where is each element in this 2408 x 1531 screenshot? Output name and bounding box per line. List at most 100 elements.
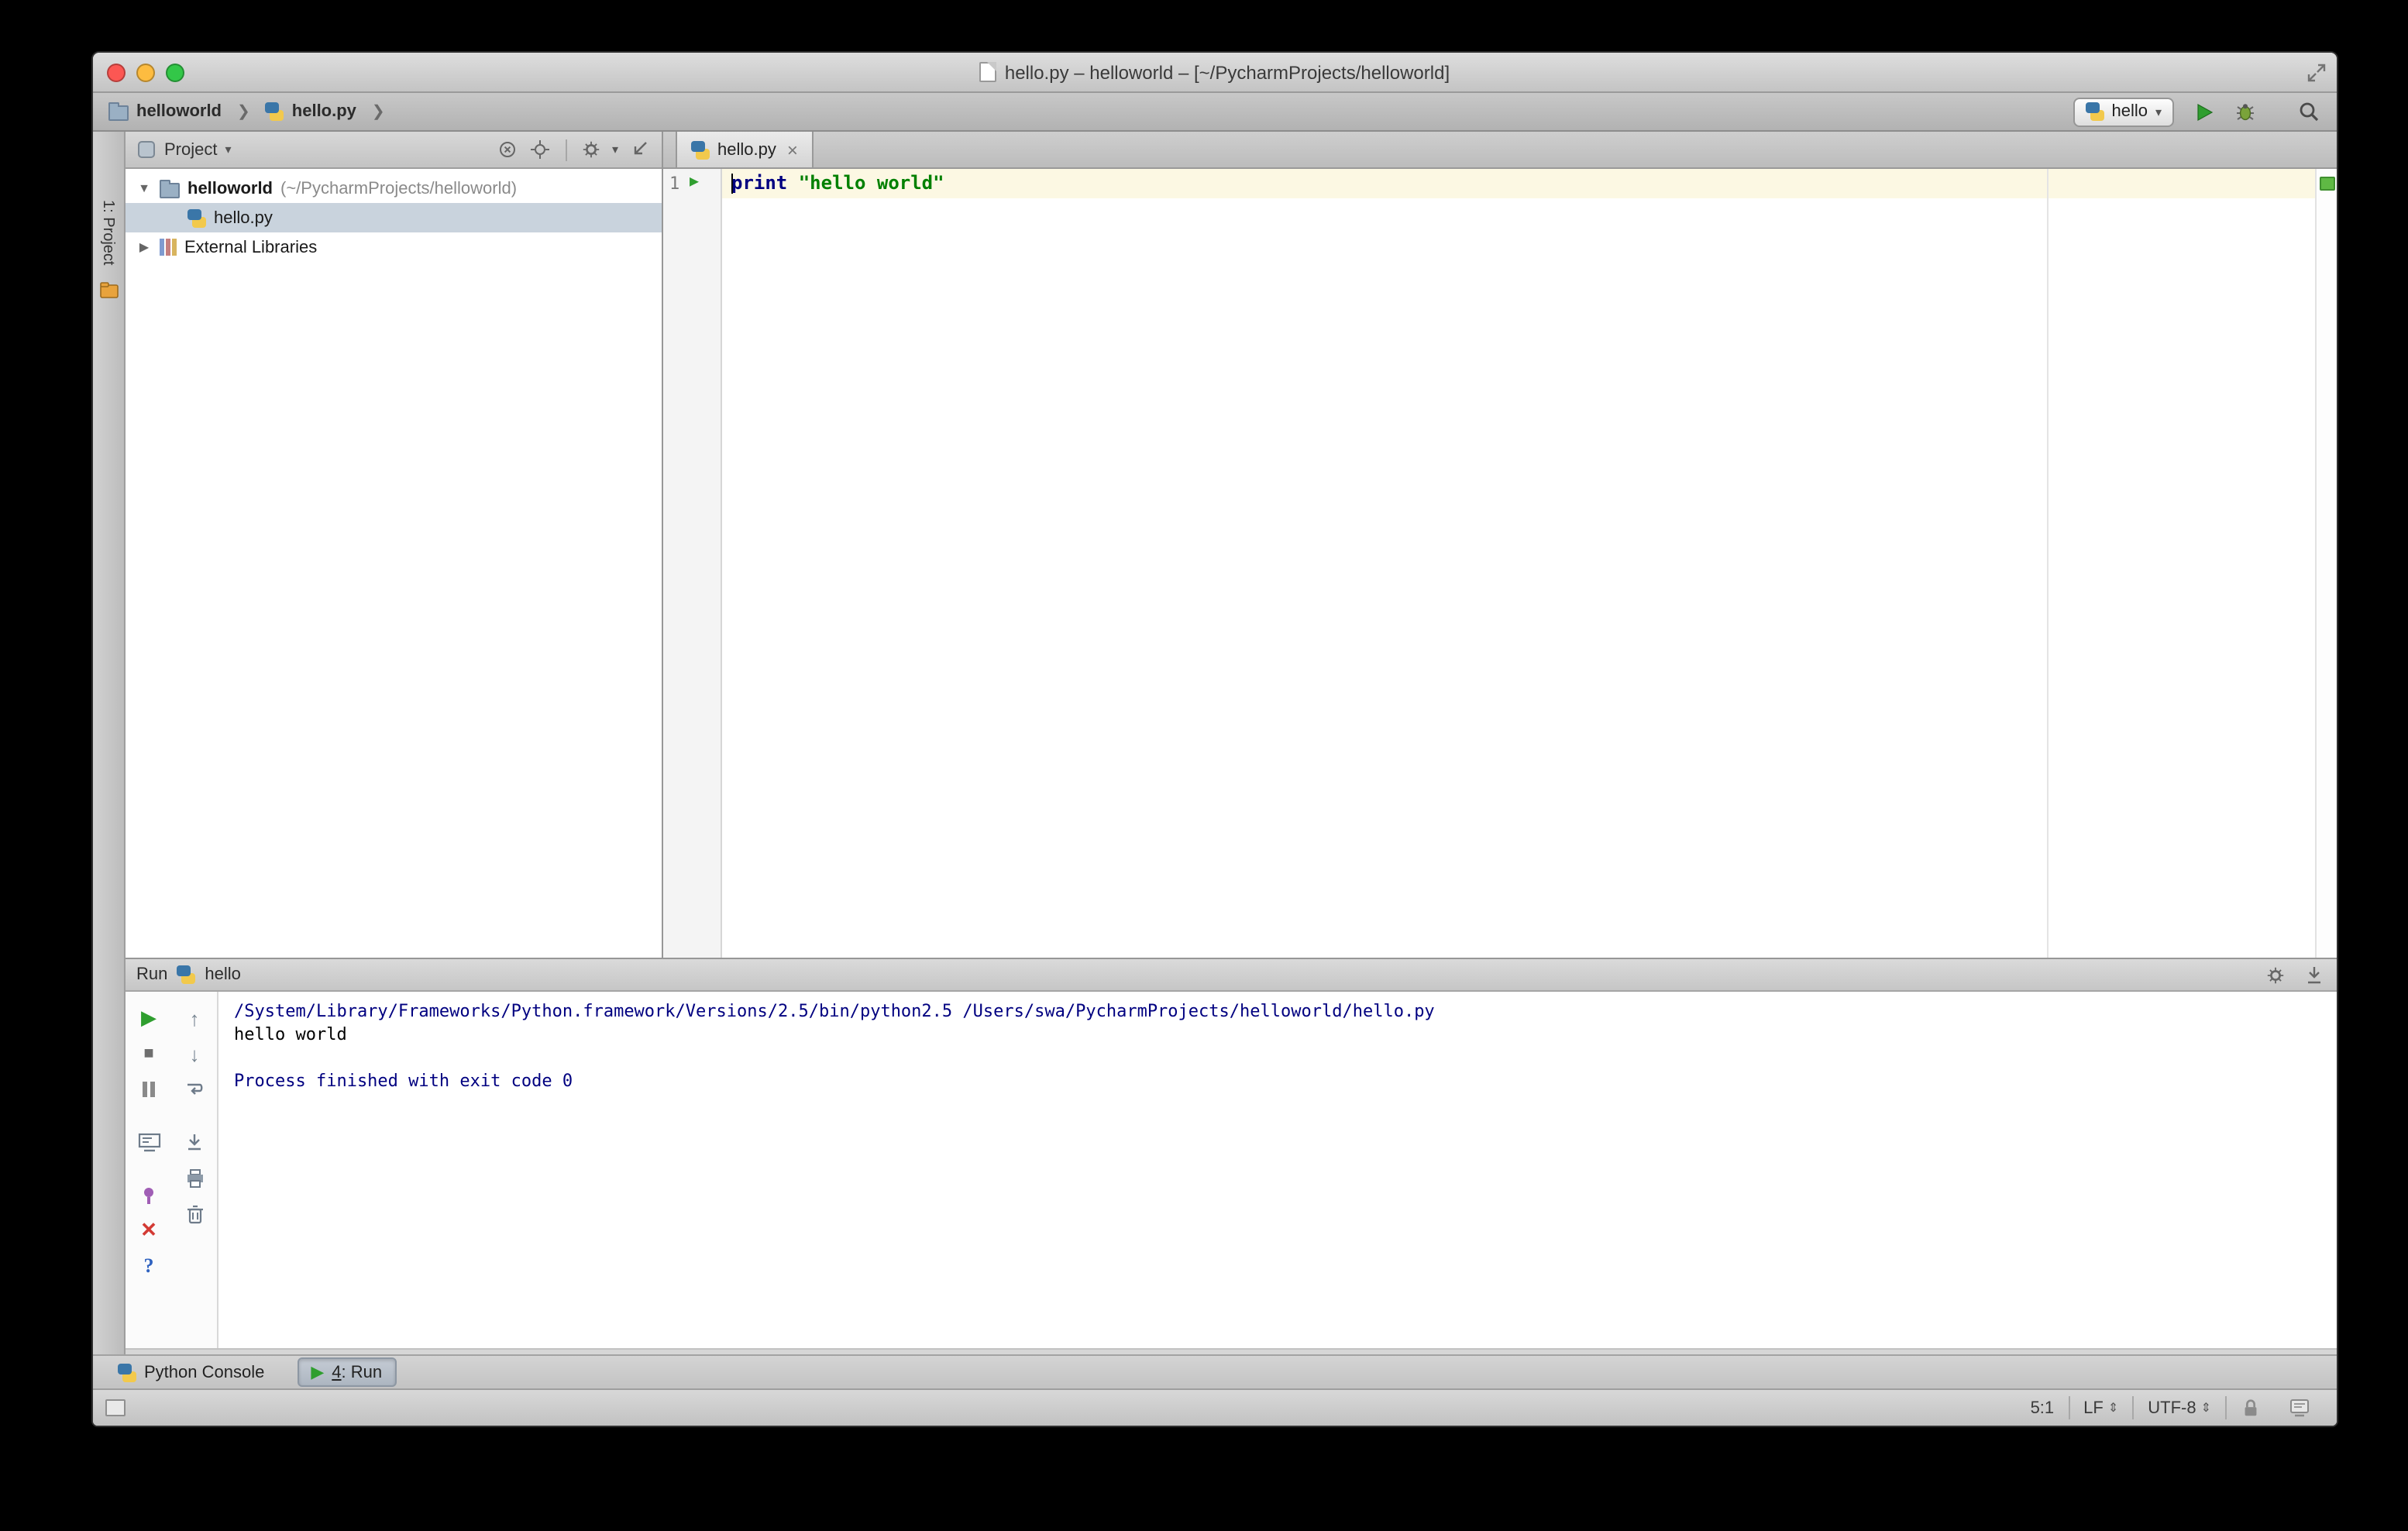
soft-wrap-icon[interactable]: [181, 1075, 208, 1103]
editor-tab-bar: hello.py ×: [663, 132, 2337, 169]
run-panel-title: Run: [136, 965, 168, 984]
clear-all-icon[interactable]: [181, 1199, 208, 1227]
project-root-label: helloworld: [187, 179, 273, 198]
gear-icon[interactable]: [2262, 962, 2287, 987]
fullscreen-icon[interactable]: [2307, 64, 2326, 82]
inspection-ok-indicator[interactable]: [2320, 177, 2335, 191]
run-line-marker-icon[interactable]: ▶: [690, 174, 699, 191]
python-console-tool-button[interactable]: Python Console: [104, 1358, 278, 1386]
tree-row-hello-py[interactable]: hello.py: [126, 203, 662, 232]
tab-hello-py[interactable]: hello.py ×: [676, 132, 814, 167]
document-icon: [979, 62, 997, 82]
chevron-right-icon: ❯: [371, 103, 385, 120]
window-controls: [107, 53, 184, 91]
debug-bug-icon[interactable]: [2233, 99, 2258, 124]
code-line: print "hello world": [731, 172, 944, 194]
right-margin-line: [2047, 169, 2049, 958]
console-line-exit: Process finished with exit code 0: [234, 1071, 573, 1091]
hide-panel-icon[interactable]: [2301, 962, 2326, 987]
gear-icon[interactable]: [580, 137, 604, 162]
project-stripe-icon[interactable]: [99, 280, 119, 299]
up-stack-trace-icon[interactable]: ↑: [181, 1004, 208, 1032]
status-bar: 5:1 LF ⇕ UTF-8 ⇕: [93, 1388, 2337, 1426]
minimize-window-button[interactable]: [136, 63, 155, 81]
down-stack-trace-icon[interactable]: ↓: [181, 1040, 208, 1068]
scroll-to-end-icon[interactable]: [181, 1128, 208, 1156]
folder-icon: [160, 179, 180, 198]
run-icon: ▶: [311, 1364, 325, 1382]
run-panel: Run hello ▶ ■ ✕ ? ↑ ↓ /System/Library/Fr…: [126, 958, 2337, 1357]
restore-layout-icon[interactable]: [135, 1128, 163, 1156]
python-icon: [2085, 102, 2104, 121]
project-view-icon: [138, 141, 155, 158]
project-panel-title[interactable]: Project: [164, 140, 218, 159]
breadcrumb-hello-py[interactable]: hello.py: [292, 102, 356, 121]
tab-label: hello.py: [717, 140, 776, 159]
locate-icon[interactable]: [496, 137, 521, 162]
run-panel-body: ▶ ■ ✕ ? ↑ ↓ /System/Library/Frameworks/P…: [126, 992, 2337, 1348]
run-tool-button[interactable]: ▶ 4: Run: [297, 1357, 397, 1387]
pin-icon[interactable]: [135, 1181, 163, 1209]
encoding-select[interactable]: UTF-8 ⇕: [2134, 1399, 2225, 1417]
window-title: hello.py – helloworld – [~/PycharmProjec…: [979, 61, 1450, 83]
chevron-down-icon[interactable]: ▾: [225, 143, 232, 157]
search-icon[interactable]: [2296, 99, 2321, 124]
stop-icon[interactable]: ■: [135, 1040, 163, 1068]
upper-split: Project ▾ ▾ ▼ helloworld (~/PycharmProje…: [126, 132, 2337, 958]
run-panel-header[interactable]: Run hello: [126, 959, 2337, 992]
python-icon: [177, 965, 196, 984]
chevron-down-icon[interactable]: ▾: [612, 143, 618, 157]
python-file-icon: [691, 140, 710, 159]
editor-gutter[interactable]: 1 ▶: [663, 169, 722, 958]
current-line-highlight: [722, 169, 2315, 198]
project-tool-button[interactable]: 1: Project: [99, 200, 116, 266]
tree-row-external-libraries[interactable]: ▶ External Libraries: [126, 232, 662, 262]
close-window-button[interactable]: [107, 63, 126, 81]
project-tree[interactable]: ▼ helloworld (~/PycharmProjects/hellowor…: [126, 169, 662, 958]
close-icon[interactable]: ×: [784, 140, 798, 159]
print-icon[interactable]: [181, 1164, 208, 1192]
run-button[interactable]: [2191, 99, 2216, 124]
zoom-window-button[interactable]: [166, 63, 184, 81]
folder-icon: [108, 102, 129, 121]
highlighting-level-icon[interactable]: [2275, 1398, 2324, 1418]
caret-position[interactable]: 5:1: [2017, 1399, 2069, 1417]
inspection-stripe[interactable]: [2315, 169, 2337, 958]
editor-column: hello.py × 1 ▶ print "hello world": [663, 132, 2337, 958]
help-icon[interactable]: ?: [135, 1252, 163, 1280]
window-title-text: hello.py – helloworld – [~/PycharmProjec…: [1004, 61, 1450, 83]
code-area[interactable]: print "hello world": [722, 169, 2315, 958]
python-file-icon: [187, 208, 206, 227]
titlebar[interactable]: hello.py – helloworld – [~/PycharmProjec…: [93, 53, 2337, 93]
pause-icon[interactable]: [135, 1075, 163, 1103]
chevron-right-icon[interactable]: ▶: [136, 240, 152, 254]
project-panel-header: Project ▾ ▾: [126, 132, 662, 169]
rerun-icon[interactable]: ▶: [135, 1004, 163, 1032]
close-icon[interactable]: ✕: [135, 1216, 163, 1244]
tree-libs-label: External Libraries: [184, 238, 318, 256]
status-bar-right: 5:1 LF ⇕ UTF-8 ⇕: [2017, 1396, 2324, 1419]
python-icon: [118, 1363, 136, 1381]
breadcrumb-helloworld[interactable]: helloworld: [136, 102, 222, 121]
scroll-from-source-icon[interactable]: [528, 137, 553, 162]
run-tool-label: 4: Run: [332, 1363, 383, 1381]
chevron-down-icon: ⇕: [2200, 1401, 2211, 1415]
toolwindow-toggle-icon[interactable]: [105, 1399, 126, 1416]
run-toolbar-primary: ▶ ■ ✕ ?: [126, 992, 172, 1348]
tree-row-project-root[interactable]: ▼ helloworld (~/PycharmProjects/hellowor…: [126, 174, 662, 203]
line-separator-select[interactable]: LF ⇕: [2069, 1399, 2132, 1417]
hide-panel-icon[interactable]: [626, 137, 651, 162]
lock-icon[interactable]: [2227, 1398, 2275, 1418]
run-configuration-select[interactable]: hello ▾: [2073, 97, 2174, 126]
console-output[interactable]: /System/Library/Frameworks/Python.framew…: [218, 992, 2337, 1348]
chevron-right-icon: ❯: [237, 103, 250, 120]
run-config-name: hello: [205, 965, 241, 984]
divider: [565, 139, 567, 160]
line-number: 1: [669, 174, 680, 194]
python-console-label: Python Console: [144, 1363, 265, 1381]
chevron-down-icon[interactable]: ▼: [136, 181, 152, 195]
pycharm-window: hello.py – helloworld – [~/PycharmProjec…: [91, 51, 2338, 1427]
editor[interactable]: 1 ▶ print "hello world": [663, 169, 2337, 958]
python-file-icon: [265, 102, 284, 121]
chevron-down-icon: ⇕: [2107, 1401, 2119, 1415]
